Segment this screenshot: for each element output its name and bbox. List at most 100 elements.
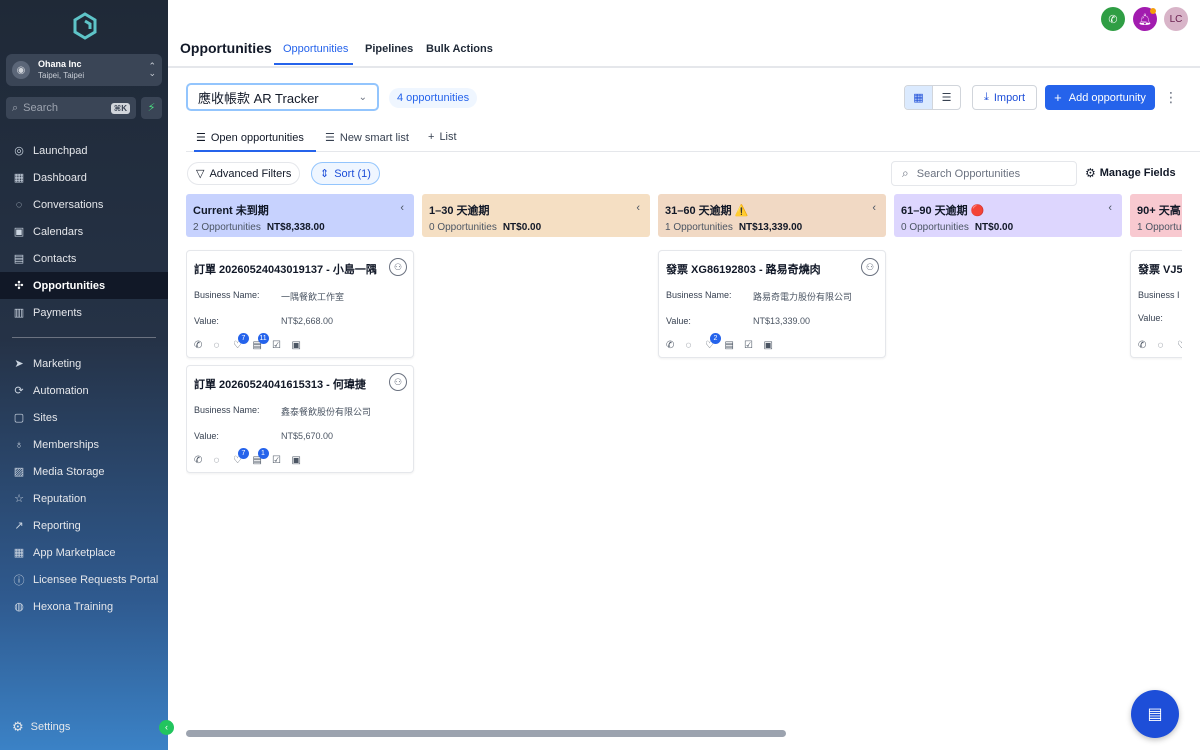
assign-user-icon[interactable]: ⚇ bbox=[389, 258, 407, 276]
account-switcher[interactable]: ◉ Ohana Inc Taipei, Taipei ⌃ ⌄ bbox=[6, 54, 162, 86]
sort-label: Sort (1) bbox=[334, 167, 371, 180]
board-view-icon[interactable]: ▦ bbox=[905, 86, 933, 109]
collapse-stage-icon[interactable]: ‹ bbox=[636, 202, 640, 214]
payments-icon: ▥ bbox=[13, 307, 25, 319]
phone-icon[interactable]: ✆ bbox=[666, 340, 686, 351]
tag-icon[interactable]: ♡ 2 bbox=[705, 333, 725, 351]
calendar-icon: ▣ bbox=[13, 226, 25, 238]
app-logo-icon[interactable] bbox=[72, 12, 98, 40]
collapse-stage-icon[interactable]: ‹ bbox=[872, 202, 876, 214]
message-icon[interactable]: ◌ bbox=[214, 455, 234, 466]
chat-bubble-icon: ◌ bbox=[15, 198, 23, 211]
value-amount: NT$13,339.00 bbox=[753, 316, 811, 326]
sidebar-search[interactable]: ⌕ Search ⌘K bbox=[6, 97, 136, 119]
advanced-filters-label: Advanced Filters bbox=[209, 167, 292, 180]
opportunity-card[interactable]: 發票 VJ5 Business I Value: ✆ ◌ ♡ bbox=[1130, 250, 1182, 358]
collapse-stage-icon[interactable]: ‹ bbox=[1108, 202, 1112, 214]
appointment-icon[interactable]: ▣ bbox=[764, 340, 784, 351]
card-actions: ✆ ◌ ♡ bbox=[1138, 340, 1182, 351]
assign-user-icon[interactable]: ⚇ bbox=[389, 373, 407, 391]
pipeline-select[interactable]: 應收帳款 AR Tracker ⌄ bbox=[186, 83, 379, 111]
appointment-icon[interactable]: ▣ bbox=[292, 455, 312, 466]
sidebar-item-dashboard[interactable]: ▦ Dashboard bbox=[0, 164, 168, 191]
board-scrollbar-thumb[interactable] bbox=[186, 730, 786, 737]
more-options-icon[interactable]: ⋮ bbox=[1164, 88, 1178, 106]
opportunity-card[interactable]: 訂單 20260524043019137 - 小島一隅 ⚇ Business N… bbox=[186, 250, 414, 358]
list-icon: ☰ bbox=[325, 132, 335, 144]
quick-action-bolt-icon[interactable]: ⚡ bbox=[141, 97, 162, 119]
tag-icon[interactable]: ♡ bbox=[1177, 340, 1182, 351]
tab-opportunities[interactable]: Opportunities bbox=[283, 43, 348, 55]
tab-bulk-actions[interactable]: Bulk Actions bbox=[426, 43, 493, 55]
tab-open-opportunities[interactable]: ☰ Open opportunities bbox=[196, 131, 304, 145]
message-icon[interactable]: ◌ bbox=[686, 340, 706, 351]
task-icon[interactable]: ☑ bbox=[272, 455, 292, 466]
task-icon[interactable]: ☑ bbox=[272, 340, 292, 351]
sidebar-item-label: Contacts bbox=[33, 252, 77, 265]
note-icon[interactable]: ▤ 1 bbox=[253, 448, 273, 466]
advanced-filters-button[interactable]: ▽ Advanced Filters bbox=[187, 162, 301, 185]
sidebar-item-app-marketplace[interactable]: ▦ App Marketplace bbox=[0, 539, 168, 566]
manage-fields-button[interactable]: ⚙ Manage Fields bbox=[1085, 166, 1176, 180]
sidebar-item-marketing[interactable]: ➤ Marketing bbox=[0, 350, 168, 377]
stage-title: 61–90 天逾期 🔴 bbox=[901, 205, 985, 217]
opportunity-card[interactable]: 發票 XG86192803 - 路易奇燒肉 ⚇ Business Name: 路易… bbox=[658, 250, 886, 358]
collapse-sidebar-icon[interactable]: ‹ bbox=[159, 720, 174, 735]
sidebar-item-memberships[interactable]: ♁ Memberships bbox=[0, 431, 168, 458]
gear-icon: ⚙ bbox=[12, 719, 24, 734]
task-icon[interactable]: ☑ bbox=[744, 340, 764, 351]
phone-icon[interactable]: ✆ bbox=[1138, 340, 1158, 351]
message-icon[interactable]: ◌ bbox=[1158, 340, 1178, 351]
add-opportunity-button[interactable]: + Add opportunity bbox=[1045, 85, 1155, 110]
search-opportunities-input[interactable]: ⌕ Search Opportunities bbox=[891, 161, 1077, 186]
sidebar-item-label: Calendars bbox=[33, 225, 84, 238]
sidebar-item-media-storage[interactable]: ▨ Media Storage bbox=[0, 458, 168, 485]
tag-icon[interactable]: ♡ 7 bbox=[233, 448, 253, 466]
sidebar-item-conversations[interactable]: ◌ Conversations bbox=[0, 191, 168, 218]
sidebar-item-calendars[interactable]: ▣ Calendars bbox=[0, 218, 168, 245]
card-title: 發票 XG86192803 - 路易奇燒肉 bbox=[666, 264, 821, 276]
sidebar-item-automation[interactable]: ⟳ Automation bbox=[0, 377, 168, 404]
phone-icon[interactable]: ✆ bbox=[194, 455, 214, 466]
user-avatar[interactable]: LC bbox=[1164, 7, 1188, 31]
stage-header: 61–90 天逾期 🔴 0 Opportunities NT$0.00 ‹ bbox=[894, 194, 1122, 237]
assign-user-icon[interactable]: ⚇ bbox=[861, 258, 879, 276]
tab-pipelines[interactable]: Pipelines bbox=[365, 43, 413, 55]
tab-new-smart-list[interactable]: ☰ New smart list bbox=[325, 131, 409, 145]
tag-icon[interactable]: ♡ 7 bbox=[233, 333, 253, 351]
note-icon[interactable]: ▤ 11 bbox=[253, 333, 273, 351]
sidebar-item-reporting[interactable]: ↗ Reporting bbox=[0, 512, 168, 539]
sidebar-item-opportunities[interactable]: ✣ Opportunities bbox=[0, 272, 168, 299]
sidebar-item-settings[interactable]: ⚙ Settings bbox=[12, 719, 70, 735]
list-view-icon[interactable]: ☰ bbox=[933, 86, 960, 109]
opportunity-card[interactable]: 訂單 20260524041615313 - 何瑋捷 ⚇ Business Na… bbox=[186, 365, 414, 473]
badge-count: 7 bbox=[238, 333, 249, 344]
stage-title: Current 未到期 bbox=[193, 205, 269, 217]
phone-icon[interactable]: ✆ bbox=[194, 340, 214, 351]
collapse-stage-icon[interactable]: ‹ bbox=[400, 202, 404, 214]
sidebar-item-label: Reputation bbox=[33, 492, 87, 505]
appointment-icon[interactable]: ▣ bbox=[292, 340, 312, 351]
smart-list-tabs: ☰ Open opportunities ☰ New smart list + … bbox=[186, 126, 1200, 152]
sidebar-item-hexona-training[interactable]: ◍ Hexona Training bbox=[0, 593, 168, 620]
add-list-button[interactable]: + List bbox=[428, 131, 457, 143]
sort-icon: ⇕ bbox=[320, 168, 330, 180]
note-icon[interactable]: ▤ bbox=[725, 340, 745, 351]
sidebar-item-contacts[interactable]: ▤ Contacts bbox=[0, 245, 168, 272]
sidebar-item-licensee-requests[interactable]: ⓘ Licensee Requests Portal bbox=[0, 566, 168, 593]
sidebar-item-reputation[interactable]: ☆ Reputation bbox=[0, 485, 168, 512]
bell-icon[interactable]: 🔔︎ bbox=[1133, 7, 1157, 31]
import-button[interactable]: ⤓ Import bbox=[972, 85, 1037, 110]
page-title: Opportunities bbox=[180, 40, 272, 56]
plus-icon: + bbox=[428, 131, 435, 143]
business-name-value: 路易奇電力股份有限公司 bbox=[753, 292, 853, 302]
sort-button[interactable]: ⇕ Sort (1) bbox=[311, 162, 380, 185]
sidebar-item-payments[interactable]: ▥ Payments bbox=[0, 299, 168, 326]
launchpad-icon: ◎ bbox=[14, 145, 24, 157]
sidebar-item-launchpad[interactable]: ◎ Launchpad bbox=[0, 137, 168, 164]
search-placeholder: Search Opportunities bbox=[916, 167, 1021, 180]
sidebar-item-sites[interactable]: ▢ Sites bbox=[0, 404, 168, 431]
message-icon[interactable]: ◌ bbox=[214, 340, 234, 351]
chat-widget-button[interactable]: ▤ bbox=[1131, 690, 1179, 738]
phone-icon[interactable]: ✆ bbox=[1101, 7, 1125, 31]
